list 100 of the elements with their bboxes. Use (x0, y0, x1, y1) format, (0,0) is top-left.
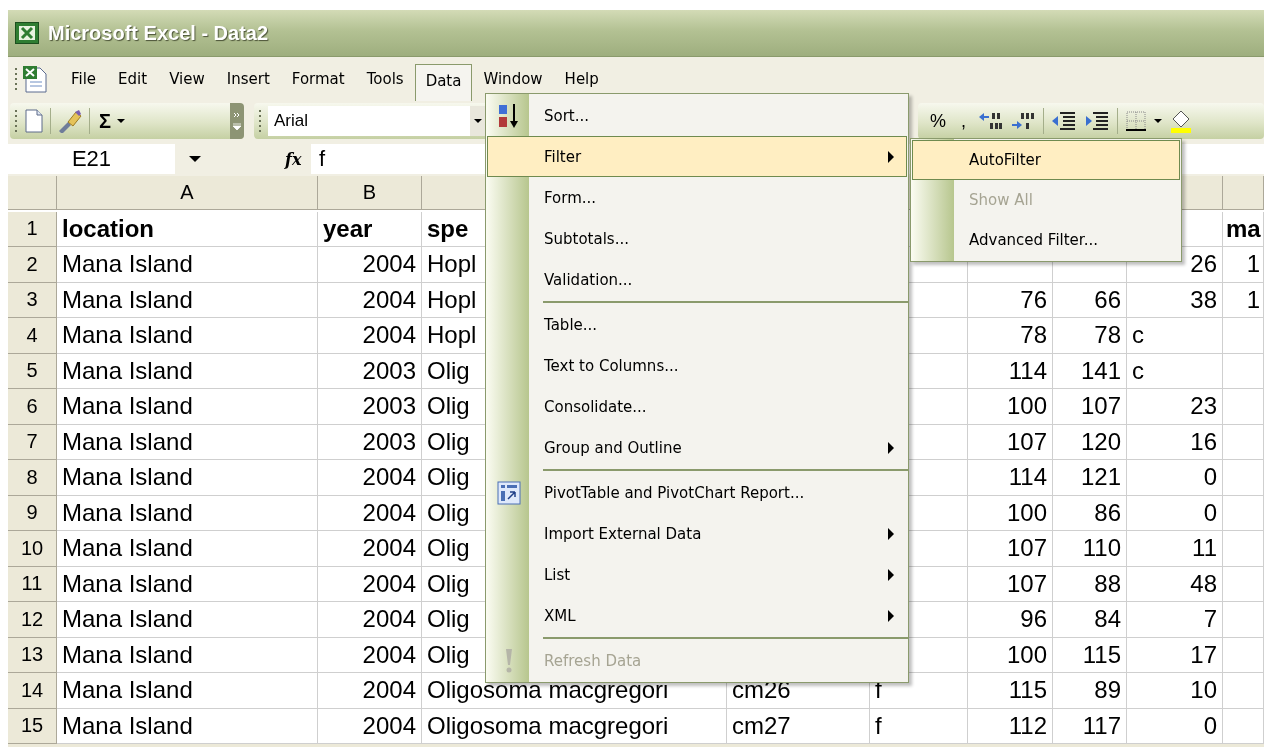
table-cell: Oligosoma macgregori (422, 708, 727, 744)
table-cell: 78 (1053, 318, 1127, 354)
table-cell: 2003 (318, 389, 422, 425)
table-cell (1223, 673, 1264, 709)
table-cell: 2004 (318, 460, 422, 496)
menu-item[interactable]: View (158, 61, 216, 96)
comma-button[interactable]: , (957, 110, 971, 132)
row-header[interactable]: 13 (8, 637, 57, 673)
arrow-dots-icon[interactable] (1010, 110, 1037, 132)
row-header[interactable]: 7 (8, 424, 57, 460)
table-cell: 1 (1223, 247, 1264, 283)
row-header[interactable]: 2 (8, 247, 57, 283)
table-cell: 141 (1053, 353, 1127, 389)
brush-icon[interactable] (57, 109, 83, 133)
exclamation-icon (503, 647, 515, 674)
table-cell: 2004 (318, 282, 422, 318)
table-cell: 114 (968, 460, 1053, 496)
table-cell: 2004 (318, 318, 422, 354)
table-cell: 115 (968, 673, 1053, 709)
table-cell: 17 (1127, 637, 1223, 673)
row-header[interactable]: 4 (8, 318, 57, 354)
menu-item[interactable]: Tools (355, 61, 415, 96)
arrow-dots-icon[interactable] (977, 110, 1004, 132)
row-header[interactable]: 8 (8, 460, 57, 496)
table-cell: 11 (1127, 531, 1223, 567)
table-cell: Mana Island (57, 495, 318, 531)
row-header[interactable]: 3 (8, 282, 57, 318)
row-header[interactable]: 12 (8, 602, 57, 638)
sum-button[interactable]: Σ (96, 109, 128, 133)
table-cell: 88 (1053, 566, 1127, 602)
menu-item[interactable]: File (60, 61, 108, 96)
table-cell: 115 (1053, 637, 1127, 673)
indent-lines-icon[interactable] (1084, 110, 1111, 132)
menu-item[interactable]: Edit (107, 61, 159, 96)
menu-item[interactable]: Help (553, 61, 610, 96)
caret-icon[interactable] (1154, 119, 1163, 123)
table-cell: Mana Island (57, 247, 318, 283)
toolbar-options-button[interactable] (230, 103, 244, 139)
table-cell: location (57, 211, 318, 247)
table-cell (1223, 637, 1264, 673)
table-cell: Mana Island (57, 282, 318, 318)
name-box[interactable]: E21 (8, 144, 175, 174)
row-header[interactable]: 6 (8, 389, 57, 425)
row-header[interactable]: 11 (8, 566, 57, 602)
font-field[interactable]: Arial (268, 106, 486, 136)
menu-item[interactable]: Format (280, 61, 356, 96)
table-cell: c (1127, 318, 1223, 354)
table-cell (1223, 495, 1264, 531)
table-cell: 121 (1053, 460, 1127, 496)
spreadsheet-document-icon[interactable] (22, 64, 48, 93)
table-cell: Mana Island (57, 460, 318, 496)
sort-icon (498, 102, 520, 129)
toolbar-grip[interactable] (258, 108, 262, 134)
row-header[interactable]: 1 (8, 211, 57, 247)
table-cell (1223, 353, 1264, 389)
row-header[interactable]: 9 (8, 495, 57, 531)
row-header[interactable]: 15 (8, 708, 57, 744)
dropdown-arrow-icon[interactable] (189, 156, 201, 162)
paint-bucket-icon[interactable] (1169, 109, 1192, 133)
menu-item[interactable]: AutoFilter (912, 140, 1180, 180)
caret-icon (117, 119, 125, 123)
table-cell: 96 (968, 602, 1053, 638)
table-cell: Mana Island (57, 673, 318, 709)
table-cell: 107 (968, 424, 1053, 460)
table-cell: 107 (1053, 389, 1127, 425)
table-cell: 2003 (318, 424, 422, 460)
row-header[interactable]: 5 (8, 353, 57, 389)
table-cell: f (870, 708, 968, 744)
row-header[interactable]: 10 (8, 531, 57, 567)
menu-item[interactable]: Data (414, 64, 473, 101)
toolbar-grip[interactable] (14, 108, 18, 134)
table-cell (1223, 318, 1264, 354)
table-cell: 66 (1053, 282, 1127, 318)
table-cell: 120 (1053, 424, 1127, 460)
grid-icon[interactable] (1125, 110, 1148, 132)
table-cell (1223, 566, 1264, 602)
toolbar-grip[interactable] (14, 65, 18, 92)
menu-item[interactable]: Filter (487, 136, 907, 177)
column-header[interactable]: A (57, 176, 318, 210)
menu-item[interactable]: Insert (215, 61, 281, 96)
column-header[interactable]: B (318, 176, 422, 210)
table-cell: 86 (1053, 495, 1127, 531)
table-cell (1223, 389, 1264, 425)
table-cell: Mana Island (57, 602, 318, 638)
table-cell: 0 (1127, 495, 1223, 531)
table-cell: 0 (1127, 708, 1223, 744)
table-cell: 2004 (318, 637, 422, 673)
table-cell: Mana Island (57, 389, 318, 425)
dropdown-button[interactable] (470, 106, 486, 136)
menu-item[interactable]: Sort... (487, 95, 907, 136)
percent-button[interactable]: % (926, 110, 950, 132)
row-header[interactable]: 14 (8, 673, 57, 709)
page-icon[interactable] (24, 109, 44, 133)
table-cell: 2004 (318, 673, 422, 709)
function-label[interactable]: fx (285, 149, 311, 169)
menu-item[interactable]: Window (472, 61, 554, 96)
indent-lines-icon[interactable] (1051, 110, 1078, 132)
table-cell: 1 (1223, 282, 1264, 318)
table-cell: 0 (1127, 460, 1223, 496)
table-cell (1223, 424, 1264, 460)
